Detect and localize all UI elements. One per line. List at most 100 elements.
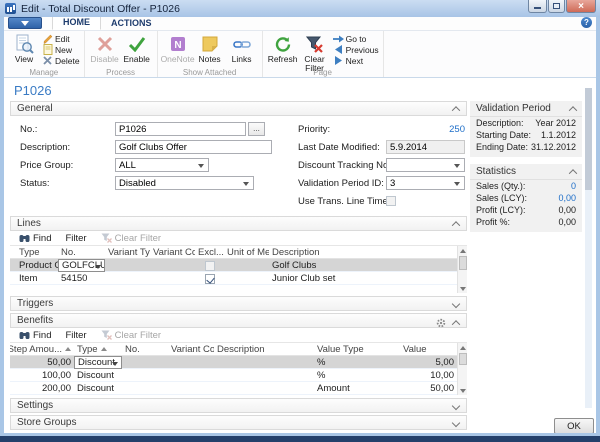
excl-checkbox[interactable] xyxy=(205,261,215,271)
cell-description[interactable]: Junior Club set xyxy=(269,272,457,285)
maximize-button[interactable] xyxy=(548,0,565,13)
table-row[interactable]: 100,00 Discount % 10,00 xyxy=(10,369,457,382)
priority-value[interactable]: 250 xyxy=(386,124,465,135)
cell-type[interactable]: Item xyxy=(10,272,58,285)
tab-actions[interactable]: ACTIONS xyxy=(101,16,162,30)
price-group-select[interactable]: ALL xyxy=(115,158,209,172)
scroll-down-icon[interactable] xyxy=(458,386,468,395)
benefits-find-button[interactable]: Find xyxy=(14,330,56,341)
view-button[interactable]: View xyxy=(8,33,40,64)
cell-step-amount[interactable]: 50,00 xyxy=(10,356,74,369)
cell-variant-code[interactable] xyxy=(150,259,195,272)
fb-value-link[interactable]: 0,00 xyxy=(558,193,576,203)
use-trans-line-time-checkbox[interactable] xyxy=(386,196,396,206)
fb-value-link[interactable]: 0 xyxy=(571,181,576,191)
collapse-lines-icon[interactable] xyxy=(452,221,460,229)
cell-step-amount[interactable]: 100,00 xyxy=(10,369,74,382)
benefits-clear-filter-button[interactable]: Clear Filter xyxy=(96,330,166,341)
close-button[interactable]: × xyxy=(566,0,596,13)
validation-period-id-select[interactable]: 3 xyxy=(386,176,465,190)
cell-uom[interactable] xyxy=(224,259,269,272)
cell-description[interactable] xyxy=(214,369,314,382)
table-row[interactable]: 200,00 Discount Amount 50,00 xyxy=(10,382,457,395)
col-no[interactable]: No. xyxy=(122,344,168,355)
col-no[interactable]: No. xyxy=(58,247,105,258)
help-icon[interactable]: ? xyxy=(581,17,592,28)
factbox-validation-period-header[interactable]: Validation Period xyxy=(470,101,582,117)
cell-variant-code[interactable] xyxy=(168,382,214,395)
lines-find-button[interactable]: Find xyxy=(14,233,56,244)
ok-button[interactable]: OK xyxy=(554,418,594,434)
section-header-general[interactable]: General xyxy=(10,101,467,116)
cell-no[interactable] xyxy=(122,356,168,369)
lines-clear-filter-button[interactable]: Clear Filter xyxy=(96,233,166,244)
table-row[interactable]: Item 54150 Junior Club set xyxy=(10,272,457,285)
col-step-amount[interactable]: Step Amou... xyxy=(10,344,74,355)
cell-variant-code[interactable] xyxy=(150,272,195,285)
collapse-benefits-icon[interactable] xyxy=(452,320,460,328)
cell-variant-code[interactable] xyxy=(168,356,214,369)
cell-excl[interactable] xyxy=(195,259,224,272)
scrollbar-thumb[interactable] xyxy=(585,88,592,190)
col-variant-code[interactable]: Variant Code xyxy=(168,344,214,355)
cell-description[interactable]: Golf Clubs xyxy=(269,259,457,272)
lines-scrollbar[interactable] xyxy=(457,246,467,293)
cell-uom[interactable] xyxy=(224,272,269,285)
col-description[interactable]: Description xyxy=(269,247,457,258)
file-menu-button[interactable] xyxy=(8,17,42,29)
cell-value-type[interactable]: Amount xyxy=(314,382,400,395)
collapse-factbox-icon[interactable] xyxy=(569,169,577,177)
cell-description[interactable] xyxy=(214,356,314,369)
scroll-up-icon[interactable] xyxy=(458,343,468,352)
cell-variant-code[interactable] xyxy=(168,369,214,382)
cell-value-type[interactable]: % xyxy=(314,356,400,369)
no-browse-button[interactable]: ... xyxy=(248,122,265,136)
notes-button[interactable]: Notes xyxy=(194,33,226,64)
col-value-type[interactable]: Value Type xyxy=(314,344,400,355)
cell-no-editing[interactable]: GOLFCLU... xyxy=(58,259,105,272)
section-header-store-groups[interactable]: Store Groups xyxy=(10,415,467,430)
title-bar[interactable]: Edit - Total Discount Offer - P1026 × xyxy=(0,0,600,17)
factbox-statistics-header[interactable]: Statistics xyxy=(470,164,582,180)
col-uom[interactable]: Unit of Mea... xyxy=(224,247,269,258)
col-excl[interactable]: Excl... xyxy=(195,247,224,258)
gear-icon[interactable] xyxy=(436,318,446,328)
description-input[interactable]: Golf Clubs Offer xyxy=(115,140,272,154)
lines-filter-button[interactable]: Filter xyxy=(60,233,91,244)
clear-filter-button[interactable]: Clear Filter xyxy=(299,33,331,73)
minimize-button[interactable] xyxy=(528,0,547,13)
next-button[interactable]: Next xyxy=(333,55,379,66)
benefits-filter-button[interactable]: Filter xyxy=(60,330,91,341)
excl-checkbox[interactable] xyxy=(205,274,215,284)
no-input[interactable]: P1026 xyxy=(115,122,246,136)
scroll-down-icon[interactable] xyxy=(458,284,468,293)
col-type[interactable]: Type xyxy=(74,344,122,355)
new-button[interactable]: New xyxy=(42,44,80,55)
cell-value[interactable]: 50,00 xyxy=(400,382,457,395)
cell-type[interactable]: Discount xyxy=(74,369,122,382)
cell-variant-type[interactable] xyxy=(105,259,150,272)
onenote-button[interactable]: N OneNote xyxy=(162,33,194,64)
expand-triggers-icon[interactable] xyxy=(452,300,460,308)
cell-value-type[interactable]: % xyxy=(314,369,400,382)
cell-step-amount[interactable]: 200,00 xyxy=(10,382,74,395)
section-header-lines[interactable]: Lines xyxy=(10,216,467,231)
col-value[interactable]: Value xyxy=(400,344,457,355)
goto-button[interactable]: Go to xyxy=(333,33,379,44)
enable-button[interactable]: Enable xyxy=(121,33,153,64)
cell-value[interactable]: 10,00 xyxy=(400,369,457,382)
benefits-scrollbar[interactable] xyxy=(457,343,467,395)
previous-button[interactable]: Previous xyxy=(333,44,379,55)
expand-settings-icon[interactable] xyxy=(452,402,460,410)
col-type[interactable]: Type xyxy=(10,247,58,258)
cell-no[interactable] xyxy=(122,382,168,395)
collapse-general-icon[interactable] xyxy=(452,106,460,114)
expand-store-groups-icon[interactable] xyxy=(452,419,460,427)
factbox-scrollbar[interactable] xyxy=(585,88,592,408)
cell-no[interactable]: 54150 xyxy=(58,272,105,285)
edit-button[interactable]: Edit xyxy=(42,33,80,44)
col-variant-code[interactable]: Variant Code xyxy=(150,247,195,258)
disable-button[interactable]: Disable xyxy=(89,33,121,64)
section-header-triggers[interactable]: Triggers xyxy=(10,296,467,311)
collapse-factbox-icon[interactable] xyxy=(569,106,577,114)
